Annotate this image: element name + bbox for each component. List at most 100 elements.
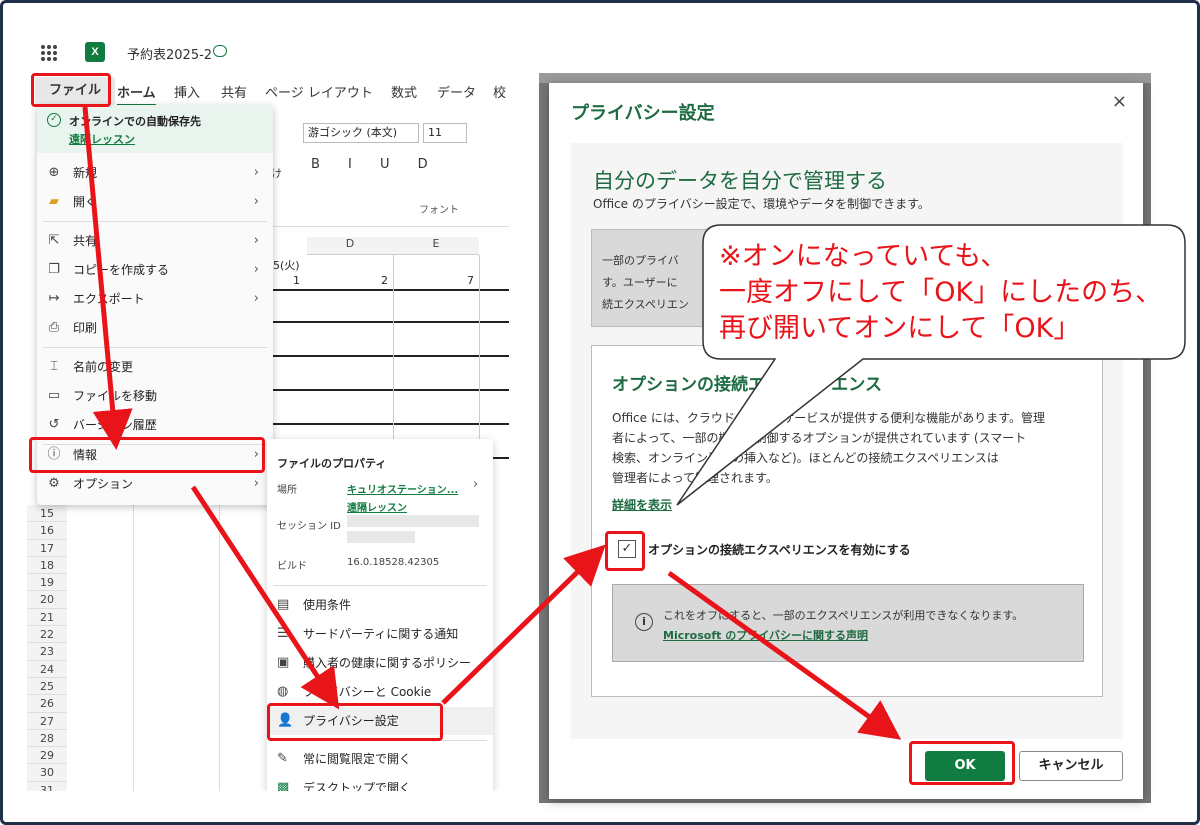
menu-item-options[interactable]: ⚙ オプション › xyxy=(37,470,273,498)
title-bar: X 予約表2025-2 xyxy=(27,31,509,75)
redacted-session-id xyxy=(347,531,415,543)
row-number[interactable]: 26 xyxy=(27,695,67,713)
app-launcher-icon[interactable] xyxy=(41,45,57,61)
tab-review[interactable]: 校 xyxy=(493,82,506,101)
column-header-d[interactable]: D xyxy=(307,237,393,255)
border-line xyxy=(271,321,509,323)
third-party-notices-link[interactable]: ☰ サードパーティに関する通知 xyxy=(267,620,493,648)
date-cell[interactable]: 5(火) xyxy=(273,257,300,273)
row-number[interactable]: 23 xyxy=(27,643,67,661)
chevron-right-icon: › xyxy=(253,262,259,277)
row-number[interactable]: 19 xyxy=(27,574,67,592)
row-number[interactable]: 15 xyxy=(27,505,67,523)
terms-of-use-link[interactable]: ▤ 使用条件 xyxy=(267,591,493,619)
cancel-button[interactable]: キャンセル xyxy=(1019,751,1123,781)
autosave-title: オンラインでの自動保存先 xyxy=(69,115,201,128)
autosave-location-link[interactable]: 遠隔レッスン xyxy=(69,131,135,147)
chevron-right-icon: › xyxy=(253,194,259,209)
callout-line: 一度オフにして「OK」にしたのち、 xyxy=(719,277,1163,308)
tab-insert[interactable]: 挿入 xyxy=(174,82,200,101)
grid-line xyxy=(133,505,134,791)
build-label: ビルド xyxy=(277,561,307,572)
menu-item-label: 新規 xyxy=(73,166,98,180)
menu-item-new[interactable]: ⊕ 新規 › xyxy=(37,159,273,187)
info-item-label: 使用条件 xyxy=(303,598,352,612)
box-text: 続エクスペリエン xyxy=(602,298,689,311)
row-number[interactable]: 16 xyxy=(27,522,67,540)
options-body: Office には、クラウドベースのサービスが提供する便利な機能があります。管理 xyxy=(612,411,1046,425)
location-label: 場所 xyxy=(277,485,297,496)
menu-item-label: ファイルを移動 xyxy=(73,389,158,403)
menu-item-export[interactable]: ↦ エクスポート › xyxy=(37,285,273,313)
row-number[interactable]: 20 xyxy=(27,591,67,609)
privacy-settings-dialog: プライバシー設定 × 自分のデータを自分で管理する Office のプライバシー… xyxy=(549,83,1143,799)
highlight-checkbox xyxy=(605,531,645,571)
font-group-label: フォント xyxy=(419,205,459,216)
info-item-label: デスクトップで開く xyxy=(303,781,412,791)
row-number[interactable]: 29 xyxy=(27,747,67,765)
health-policy-link[interactable]: ▣ 購入者の健康に関するポリシー xyxy=(267,649,493,677)
menu-item-label: バージョン履歴 xyxy=(73,418,157,432)
font-style-buttons[interactable]: B I U D xyxy=(311,157,440,172)
cell-value[interactable]: 2 xyxy=(381,274,388,287)
menu-item-move[interactable]: ▭ ファイルを移動 xyxy=(37,382,273,410)
tab-formulas[interactable]: 数式 xyxy=(391,82,417,101)
menu-item-share[interactable]: ⇱ 共有 › xyxy=(37,227,273,255)
row-number[interactable]: 17 xyxy=(27,539,67,557)
autosave-banner: ✓ オンラインでの自動保存先 遠隔レッスン xyxy=(37,105,273,153)
close-icon[interactable]: × xyxy=(1112,91,1127,112)
row-number[interactable]: 18 xyxy=(27,556,67,575)
row-number[interactable]: 31 xyxy=(27,781,67,791)
row-number[interactable]: 24 xyxy=(27,660,67,678)
checkbox-label[interactable]: オプションの接続エクスペリエンスを有効にする xyxy=(648,541,911,558)
chevron-right-icon: › xyxy=(253,291,259,306)
menu-item-print[interactable]: ⎙ 印刷 xyxy=(37,314,273,342)
font-size-select[interactable]: 11 xyxy=(423,123,467,143)
tab-data[interactable]: データ xyxy=(437,82,476,101)
location-link[interactable]: キュリオステーション... xyxy=(347,481,458,496)
menu-item-label: 共有 xyxy=(73,234,98,248)
column-header-e[interactable]: E xyxy=(393,237,479,255)
row-number[interactable]: 30 xyxy=(27,764,67,782)
cell-value[interactable]: 1 xyxy=(293,274,300,287)
row-number[interactable]: 25 xyxy=(27,677,67,696)
row-headers: 15 16 17 18 19 20 21 22 23 24 25 26 27 2… xyxy=(27,505,67,791)
pen-off-icon: ✎ xyxy=(277,751,288,766)
info-icon: i xyxy=(635,613,653,631)
font-name-select[interactable]: 游ゴシック (本文) xyxy=(303,123,419,143)
menu-item-label: 名前の変更 xyxy=(73,360,134,374)
callout-line: 再び開いてオンにして「OK」 xyxy=(719,313,1081,344)
tab-share[interactable]: 共有 xyxy=(221,82,247,101)
menu-item-rename[interactable]: ⌶ 名前の変更 xyxy=(37,353,273,381)
row-number[interactable]: 27 xyxy=(27,712,67,730)
callout-text: ※オンになっていても、 一度オフにして「OK」にしたのち、 再び開いてオンにして… xyxy=(719,239,1179,347)
menu-item-copy[interactable]: ❐ コピーを作成する › xyxy=(37,256,273,284)
open-desktop-link[interactable]: ▩ デスクトップで開く xyxy=(267,774,493,792)
chevron-right-icon: › xyxy=(253,233,259,248)
dialog-title: プライバシー設定 xyxy=(571,103,715,124)
box-text: 一部のプライバ xyxy=(602,254,679,267)
chevron-right-icon[interactable]: › xyxy=(473,477,478,492)
menu-item-open[interactable]: ▰ 開く › xyxy=(37,188,273,216)
privacy-statement-link[interactable]: Microsoft のプライバシーに関する声明 xyxy=(663,627,868,643)
options-icon: ⚙ xyxy=(48,476,60,491)
export-icon: ↦ xyxy=(48,291,60,306)
print-icon: ⎙ xyxy=(48,320,60,335)
tab-home[interactable]: ホーム xyxy=(117,82,156,107)
row-number[interactable]: 22 xyxy=(27,626,67,644)
row-number[interactable]: 21 xyxy=(27,608,67,627)
row-number[interactable]: 28 xyxy=(27,729,67,748)
dialog-subheading: Office のプライバシー設定で、環境やデータを制御できます。 xyxy=(593,197,930,211)
tab-page-layout[interactable]: ページ レイアウト xyxy=(265,82,373,101)
menu-item-version-history[interactable]: ↺ バージョン履歴 xyxy=(37,411,273,439)
screenshot-frame: X 予約表2025-2 ファイル ホーム 挿入 共有 ページ レイアウト 数式 … xyxy=(0,0,1200,825)
menu-item-label: コピーを作成する xyxy=(73,263,170,277)
cell-value[interactable]: 7 xyxy=(467,274,474,287)
border-line xyxy=(271,389,509,391)
highlight-privacy-settings xyxy=(267,703,443,741)
session-id-label: セッション ID xyxy=(277,521,341,532)
privacy-cookies-link[interactable]: ◍ プライバシーと Cookie xyxy=(267,678,493,706)
location-sub-link[interactable]: 遠隔レッスン xyxy=(347,499,407,514)
learn-more-link[interactable]: 詳細を表示 xyxy=(612,496,672,513)
open-read-only-link[interactable]: ✎ 常に閲覧限定で開く xyxy=(267,745,493,773)
